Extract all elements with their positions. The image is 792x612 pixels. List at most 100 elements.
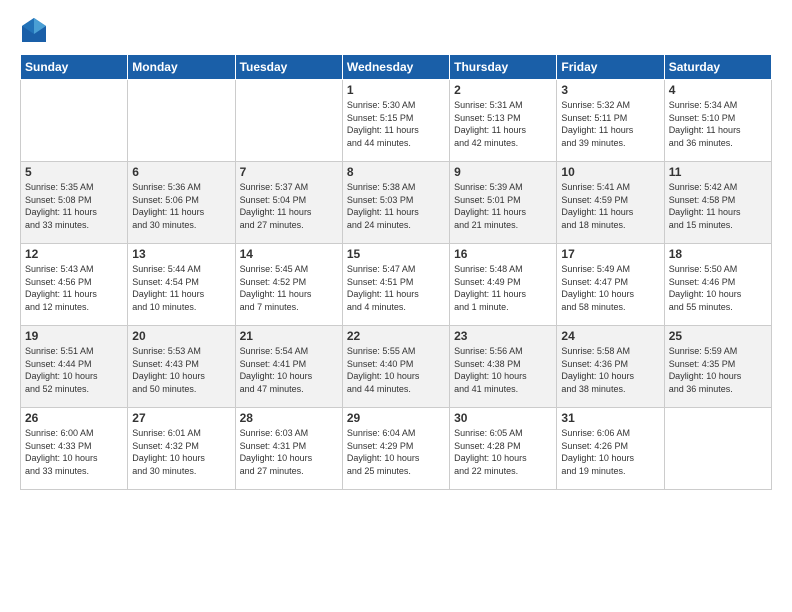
calendar-table: SundayMondayTuesdayWednesdayThursdayFrid… (20, 54, 772, 490)
cell-date-number: 27 (132, 411, 230, 425)
cell-date-number: 17 (561, 247, 659, 261)
cell-date-number: 10 (561, 165, 659, 179)
cell-info-text: Sunrise: 5:45 AMSunset: 4:52 PMDaylight:… (240, 263, 338, 313)
calendar-week-row: 1 Sunrise: 5:30 AMSunset: 5:15 PMDaylight… (21, 80, 772, 162)
cell-date-number: 30 (454, 411, 552, 425)
cell-date-number: 7 (240, 165, 338, 179)
calendar-cell: 25 Sunrise: 5:59 AMSunset: 4:35 PMDayligh… (664, 326, 771, 408)
calendar-cell: 4 Sunrise: 5:34 AMSunset: 5:10 PMDaylight… (664, 80, 771, 162)
cell-date-number: 11 (669, 165, 767, 179)
calendar-header-row: SundayMondayTuesdayWednesdayThursdayFrid… (21, 55, 772, 80)
calendar-cell: 27 Sunrise: 6:01 AMSunset: 4:32 PMDayligh… (128, 408, 235, 490)
calendar-cell: 6 Sunrise: 5:36 AMSunset: 5:06 PMDaylight… (128, 162, 235, 244)
cell-info-text: Sunrise: 5:48 AMSunset: 4:49 PMDaylight:… (454, 263, 552, 313)
cell-date-number: 28 (240, 411, 338, 425)
calendar-week-row: 19 Sunrise: 5:51 AMSunset: 4:44 PMDayligh… (21, 326, 772, 408)
cell-info-text: Sunrise: 5:59 AMSunset: 4:35 PMDaylight:… (669, 345, 767, 395)
calendar-cell: 2 Sunrise: 5:31 AMSunset: 5:13 PMDaylight… (450, 80, 557, 162)
cell-date-number: 24 (561, 329, 659, 343)
cell-info-text: Sunrise: 5:41 AMSunset: 4:59 PMDaylight:… (561, 181, 659, 231)
cell-info-text: Sunrise: 5:47 AMSunset: 4:51 PMDaylight:… (347, 263, 445, 313)
calendar-cell: 12 Sunrise: 5:43 AMSunset: 4:56 PMDayligh… (21, 244, 128, 326)
cell-date-number: 8 (347, 165, 445, 179)
cell-date-number: 13 (132, 247, 230, 261)
cell-date-number: 26 (25, 411, 123, 425)
cell-date-number: 14 (240, 247, 338, 261)
logo-icon (20, 16, 48, 44)
cell-info-text: Sunrise: 5:58 AMSunset: 4:36 PMDaylight:… (561, 345, 659, 395)
calendar-cell: 14 Sunrise: 5:45 AMSunset: 4:52 PMDayligh… (235, 244, 342, 326)
cell-info-text: Sunrise: 6:05 AMSunset: 4:28 PMDaylight:… (454, 427, 552, 477)
cell-info-text: Sunrise: 5:49 AMSunset: 4:47 PMDaylight:… (561, 263, 659, 313)
cell-info-text: Sunrise: 6:03 AMSunset: 4:31 PMDaylight:… (240, 427, 338, 477)
cell-info-text: Sunrise: 5:55 AMSunset: 4:40 PMDaylight:… (347, 345, 445, 395)
calendar-week-row: 26 Sunrise: 6:00 AMSunset: 4:33 PMDayligh… (21, 408, 772, 490)
calendar-cell: 15 Sunrise: 5:47 AMSunset: 4:51 PMDayligh… (342, 244, 449, 326)
calendar-cell: 29Sunrise: 6:04 AMSunset: 4:29 PMDayligh… (342, 408, 449, 490)
cell-date-number: 18 (669, 247, 767, 261)
cell-info-text: Sunrise: 5:34 AMSunset: 5:10 PMDaylight:… (669, 99, 767, 149)
cell-date-number: 29 (347, 411, 445, 425)
cell-info-text: Sunrise: 5:36 AMSunset: 5:06 PMDaylight:… (132, 181, 230, 231)
cell-info-text: Sunrise: 5:39 AMSunset: 5:01 PMDaylight:… (454, 181, 552, 231)
calendar-cell: 28 Sunrise: 6:03 AMSunset: 4:31 PMDayligh… (235, 408, 342, 490)
calendar-cell: 7 Sunrise: 5:37 AMSunset: 5:04 PMDaylight… (235, 162, 342, 244)
calendar-cell: 24 Sunrise: 5:58 AMSunset: 4:36 PMDayligh… (557, 326, 664, 408)
calendar-weekday-sunday: Sunday (21, 55, 128, 80)
cell-info-text: Sunrise: 5:31 AMSunset: 5:13 PMDaylight:… (454, 99, 552, 149)
cell-date-number: 31 (561, 411, 659, 425)
calendar-cell (128, 80, 235, 162)
calendar-week-row: 5 Sunrise: 5:35 AMSunset: 5:08 PMDaylight… (21, 162, 772, 244)
logo (20, 16, 52, 44)
cell-info-text: Sunrise: 5:42 AMSunset: 4:58 PMDaylight:… (669, 181, 767, 231)
cell-date-number: 1 (347, 83, 445, 97)
cell-date-number: 23 (454, 329, 552, 343)
cell-date-number: 22 (347, 329, 445, 343)
calendar-cell: 17 Sunrise: 5:49 AMSunset: 4:47 PMDayligh… (557, 244, 664, 326)
cell-info-text: Sunrise: 5:30 AMSunset: 5:15 PMDaylight:… (347, 99, 445, 149)
cell-date-number: 9 (454, 165, 552, 179)
calendar-cell: 16 Sunrise: 5:48 AMSunset: 4:49 PMDayligh… (450, 244, 557, 326)
cell-info-text: Sunrise: 6:01 AMSunset: 4:32 PMDaylight:… (132, 427, 230, 477)
cell-info-text: Sunrise: 5:44 AMSunset: 4:54 PMDaylight:… (132, 263, 230, 313)
cell-info-text: Sunrise: 5:56 AMSunset: 4:38 PMDaylight:… (454, 345, 552, 395)
calendar-cell: 30 Sunrise: 6:05 AMSunset: 4:28 PMDayligh… (450, 408, 557, 490)
calendar-weekday-wednesday: Wednesday (342, 55, 449, 80)
cell-date-number: 6 (132, 165, 230, 179)
cell-info-text: Sunrise: 6:00 AMSunset: 4:33 PMDaylight:… (25, 427, 123, 477)
calendar-cell: 18 Sunrise: 5:50 AMSunset: 4:46 PMDayligh… (664, 244, 771, 326)
page-container: SundayMondayTuesdayWednesdayThursdayFrid… (0, 0, 792, 500)
cell-date-number: 12 (25, 247, 123, 261)
cell-info-text: Sunrise: 5:37 AMSunset: 5:04 PMDaylight:… (240, 181, 338, 231)
cell-info-text: Sunrise: 5:43 AMSunset: 4:56 PMDaylight:… (25, 263, 123, 313)
calendar-cell: 11 Sunrise: 5:42 AMSunset: 4:58 PMDayligh… (664, 162, 771, 244)
cell-date-number: 15 (347, 247, 445, 261)
cell-date-number: 2 (454, 83, 552, 97)
calendar-weekday-thursday: Thursday (450, 55, 557, 80)
calendar-cell (235, 80, 342, 162)
calendar-cell: 10 Sunrise: 5:41 AMSunset: 4:59 PMDayligh… (557, 162, 664, 244)
cell-info-text: Sunrise: 5:35 AMSunset: 5:08 PMDaylight:… (25, 181, 123, 231)
cell-info-text: Sunrise: 5:50 AMSunset: 4:46 PMDaylight:… (669, 263, 767, 313)
calendar-cell: 26 Sunrise: 6:00 AMSunset: 4:33 PMDayligh… (21, 408, 128, 490)
calendar-week-row: 12 Sunrise: 5:43 AMSunset: 4:56 PMDayligh… (21, 244, 772, 326)
calendar-cell: 31 Sunrise: 6:06 AMSunset: 4:26 PMDayligh… (557, 408, 664, 490)
calendar-cell: 9 Sunrise: 5:39 AMSunset: 5:01 PMDaylight… (450, 162, 557, 244)
cell-info-text: Sunrise: 6:06 AMSunset: 4:26 PMDaylight:… (561, 427, 659, 477)
calendar-cell: 8Sunrise: 5:38 AMSunset: 5:03 PMDaylight… (342, 162, 449, 244)
cell-date-number: 16 (454, 247, 552, 261)
calendar-cell (664, 408, 771, 490)
cell-date-number: 19 (25, 329, 123, 343)
calendar-cell: 23 Sunrise: 5:56 AMSunset: 4:38 PMDayligh… (450, 326, 557, 408)
cell-date-number: 4 (669, 83, 767, 97)
cell-info-text: Sunrise: 5:51 AMSunset: 4:44 PMDaylight:… (25, 345, 123, 395)
cell-info-text: Sunrise: 5:32 AMSunset: 5:11 PMDaylight:… (561, 99, 659, 149)
cell-info-text: Sunrise: 5:54 AMSunset: 4:41 PMDaylight:… (240, 345, 338, 395)
cell-date-number: 25 (669, 329, 767, 343)
calendar-weekday-friday: Friday (557, 55, 664, 80)
cell-date-number: 5 (25, 165, 123, 179)
calendar-weekday-saturday: Saturday (664, 55, 771, 80)
calendar-cell: 19 Sunrise: 5:51 AMSunset: 4:44 PMDayligh… (21, 326, 128, 408)
calendar-weekday-tuesday: Tuesday (235, 55, 342, 80)
cell-info-text: Sunrise: 5:53 AMSunset: 4:43 PMDaylight:… (132, 345, 230, 395)
